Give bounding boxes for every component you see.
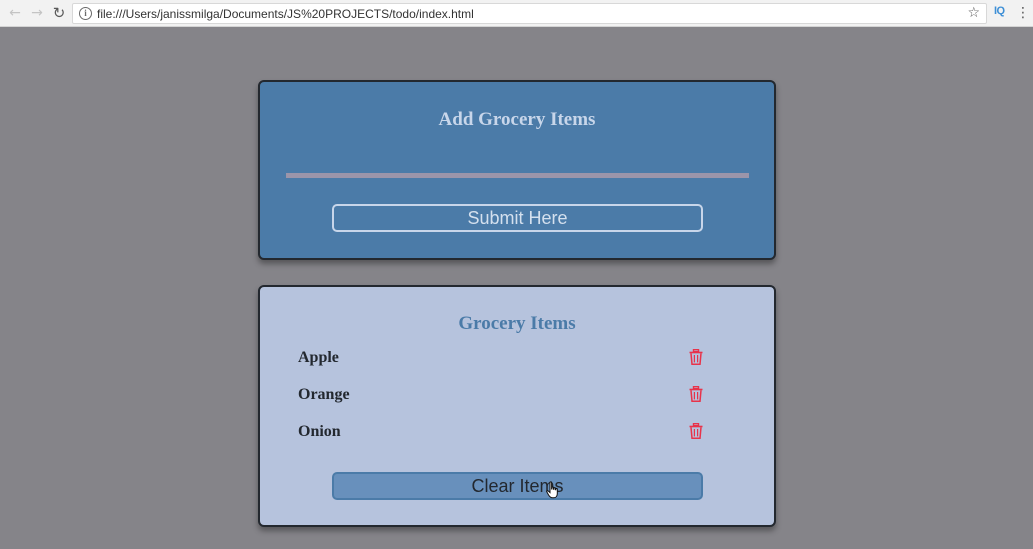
item-name: Orange xyxy=(298,386,350,403)
arrow-left-icon[interactable]: ← xyxy=(6,4,24,22)
arrow-right-icon[interactable]: → xyxy=(28,4,46,22)
trash-icon[interactable] xyxy=(689,423,703,439)
grocery-item-input[interactable] xyxy=(286,173,749,178)
list-item: Apple xyxy=(298,347,708,384)
list-item: Orange xyxy=(298,384,708,421)
grocery-list-card: Grocery Items Apple Orange Onion Clear I… xyxy=(258,285,776,527)
info-icon[interactable]: i xyxy=(79,7,92,20)
trash-icon[interactable] xyxy=(689,349,703,365)
grocery-list-title: Grocery Items xyxy=(458,313,576,334)
kebab-menu-icon[interactable]: ⋮ xyxy=(1016,4,1030,22)
extension-iq-icon[interactable]: IQ xyxy=(994,5,1005,17)
list-item: Onion xyxy=(298,421,708,458)
add-items-title: Add Grocery Items xyxy=(438,109,596,130)
grocery-list: Apple Orange Onion xyxy=(298,347,708,458)
browser-toolbar: ← → ↻ i file:///Users/janissmilga/Docume… xyxy=(0,0,1033,27)
url-text[interactable]: file:///Users/janissmilga/Documents/JS%2… xyxy=(97,6,474,22)
star-icon[interactable]: ☆ xyxy=(967,4,980,23)
reload-icon[interactable]: ↻ xyxy=(50,4,68,22)
add-items-card: Add Grocery Items Submit Here xyxy=(258,80,776,260)
item-name: Onion xyxy=(298,423,341,440)
clear-items-button[interactable]: Clear Items xyxy=(332,472,703,500)
address-bar[interactable]: i file:///Users/janissmilga/Documents/JS… xyxy=(72,3,987,24)
item-name: Apple xyxy=(298,349,339,366)
trash-icon[interactable] xyxy=(689,386,703,402)
submit-button[interactable]: Submit Here xyxy=(332,204,703,232)
